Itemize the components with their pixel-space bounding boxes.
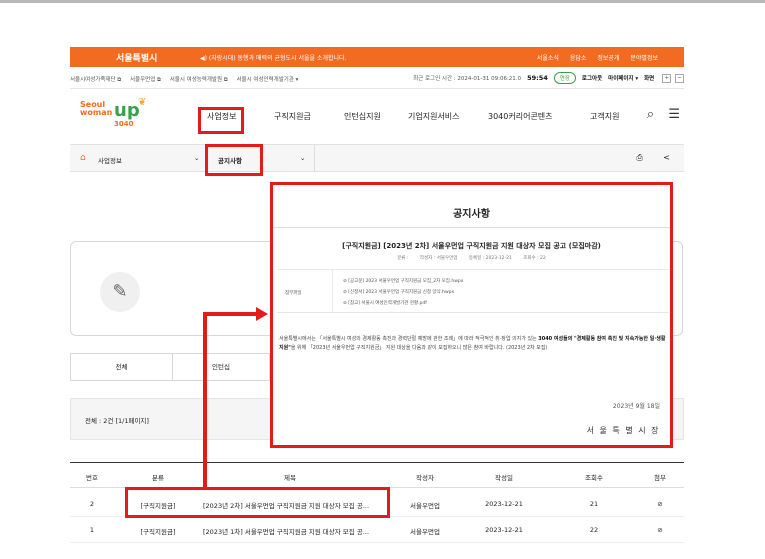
leaf-icon: ❦: [138, 97, 147, 108]
header-attach: 첨부: [654, 474, 666, 482]
table-header: 번호 분류 제목 작성자 작성일 조회수 첨부: [70, 462, 684, 488]
site-link-dev-institute[interactable]: 서울시 여성능력개발원 ⧉: [170, 77, 228, 83]
zoom-label: 화면: [644, 76, 655, 82]
post-title-link[interactable]: [2023년 1차] 서울우먼업 구직지원금 지원 대상자 모집 공...: [203, 526, 369, 536]
attachment-label: 첨부파일: [285, 291, 302, 296]
header-author: 작성자: [416, 474, 434, 482]
search-icon[interactable]: ⌕: [647, 107, 654, 122]
related-sites: 서울시여성가족재단 ⧉ 서울우먼업 ⧉ 서울시 여성능력개발원 ⧉ 서울시 여성…: [70, 75, 305, 84]
notice-meta: 분류 : 작성자 : 서울우먼업 등록일 : 2023-12-21 조회수 : …: [397, 256, 546, 261]
divider: [273, 227, 670, 228]
session-controls: 최근 로그인 시간 : 2024-01-31 09:06:21.0 59:54 …: [407, 71, 684, 85]
chevron-down-icon[interactable]: ⌄: [194, 154, 199, 162]
annotation-arrowhead: [256, 307, 268, 321]
nav-internship[interactable]: 인턴십지원: [344, 111, 381, 122]
annotation-arrow-shaft: [203, 312, 207, 488]
last-login-time: 최근 로그인 시간 : 2024-01-31 09:06:21.0: [413, 76, 522, 82]
notice-signature: 서 울 특 별 시 장: [586, 426, 660, 435]
top-link-response[interactable]: 응답소: [570, 55, 587, 62]
attachment-list: 첨부파일 ⊘ [공고문] 2023 서울우먼업 구직지원금 모집_2차 모집.h…: [277, 269, 669, 313]
zoom-out-button[interactable]: −: [675, 73, 684, 83]
breadcrumb-level1[interactable]: 사업정보: [98, 155, 122, 165]
top-link-news[interactable]: 서울소식: [537, 55, 559, 62]
seoul-womanup-logo[interactable]: Seoul woman up 3040 ❦: [80, 97, 160, 135]
table-row[interactable]: 1 [구직지원금] [2023년 1차] 서울우먼업 구직지원금 지원 대상자 …: [70, 517, 684, 543]
attachment-file[interactable]: ⊘ [공고문] 2023 서울우먼업 구직지원금 모집_2차 모집.hwpx: [343, 278, 463, 284]
logout-button[interactable]: 로그아웃: [582, 74, 602, 82]
header-date: 작성일: [495, 474, 513, 482]
share-icon[interactable]: <: [663, 153, 670, 162]
nav-company-service[interactable]: 기업지원서비스: [408, 111, 460, 122]
result-count: 전체 : 2건 [1/1페이지]: [85, 417, 149, 425]
mypage-dropdown[interactable]: 마이페이지 ▾: [608, 74, 638, 82]
header-no: 번호: [86, 474, 98, 482]
site-link-foundation[interactable]: 서울시여성가족재단 ⧉: [70, 77, 121, 83]
top-links: 서울소식 응답소 정보공개 분야별정보: [528, 53, 658, 62]
chevron-down-icon[interactable]: ⌄: [300, 154, 305, 162]
header-title: 제목: [284, 474, 296, 482]
window-top-strip: [0, 0, 765, 3]
print-icon[interactable]: ⎙: [636, 153, 642, 162]
nav-career-content[interactable]: 3040커리어콘텐츠: [488, 111, 553, 122]
attachment-file[interactable]: ⊘ [신청서] 2023 서울우먼업 구직지원금 신청 양식.hwpx: [343, 289, 454, 295]
notice-date: 2023년 9월 18일: [612, 403, 660, 410]
tab-all[interactable]: 전체: [70, 353, 173, 381]
attachment-file[interactable]: ⊘ [참고] 서울시 여성인력개발기관 현황.pdf: [343, 300, 427, 306]
highlight-breadcrumb-notice: [205, 144, 263, 176]
header-category: 분류: [152, 474, 164, 482]
seoul-logo[interactable]: 서울특별시: [116, 51, 157, 64]
tab-internship[interactable]: 인턴십: [172, 353, 270, 381]
notice-heading: 공지사항: [453, 209, 490, 220]
top-link-field-info[interactable]: 분야별정보: [630, 55, 658, 62]
extend-session-button[interactable]: 연장: [553, 72, 576, 84]
home-icon[interactable]: ⌂: [80, 153, 86, 163]
session-timer: 59:54: [527, 74, 548, 82]
notice-body: 서울특별시에서는 「서울특별시 여성의 경제활동 촉진과 경력단절 예방에 관한…: [279, 336, 666, 351]
menu-icon[interactable]: ☰: [668, 107, 680, 122]
main-navigation: Seoul woman up 3040 ❦ 사업정보 구직지원금 인턴십지원 기…: [70, 89, 684, 144]
breadcrumb: ⌂ 사업정보 ⌄ 공지사항 ⌄ ⎙ <: [70, 144, 684, 172]
nav-customer-support[interactable]: 고객지원: [590, 111, 619, 122]
top-link-disclosure[interactable]: 정보공개: [597, 55, 619, 62]
pencil-ruler-icon: ✎: [100, 272, 140, 312]
zoom-in-button[interactable]: +: [662, 73, 672, 83]
header-views: 조회수: [585, 474, 603, 482]
related-sites-bar: 서울시여성가족재단 ⧉ 서울우먼업 ⧉ 서울시 여성능력개발원 ⧉ 서울시 여성…: [70, 67, 684, 89]
highlight-nav-business-info: [198, 107, 244, 134]
attachment-icon[interactable]: ⊘: [657, 526, 662, 534]
notice-subject: [구직지원금] [2023년 2차] 서울우먼업 구직지원금 지원 대상자 모집…: [342, 242, 601, 250]
site-link-dev-agencies[interactable]: 서울시 여성인력개발기관 ▾: [236, 77, 298, 83]
top-utility-bar: 서울특별시 ◀) (자랑시대) 동행과 매력의 균형도시 서울을 소개합니다. …: [70, 47, 684, 67]
nav-icons: ⌕ ☰: [637, 107, 680, 122]
breadcrumb-divider: [314, 145, 315, 171]
top-notice[interactable]: ◀) (자랑시대) 동행과 매력의 균형도시 서울을 소개합니다.: [200, 53, 346, 62]
notice-detail-popup: 공지사항 [구직지원금] [2023년 2차] 서울우먼업 구직지원금 지원 대…: [270, 182, 673, 448]
nav-job-grant[interactable]: 구직지원금: [274, 111, 311, 122]
annotation-arrow-shaft: [203, 312, 258, 316]
attachment-icon[interactable]: ⊘: [657, 500, 662, 508]
page-tools: ⎙ <: [618, 153, 670, 163]
highlight-first-post: [125, 487, 390, 518]
site-link-womanup[interactable]: 서울우먼업 ⧉: [130, 77, 161, 83]
